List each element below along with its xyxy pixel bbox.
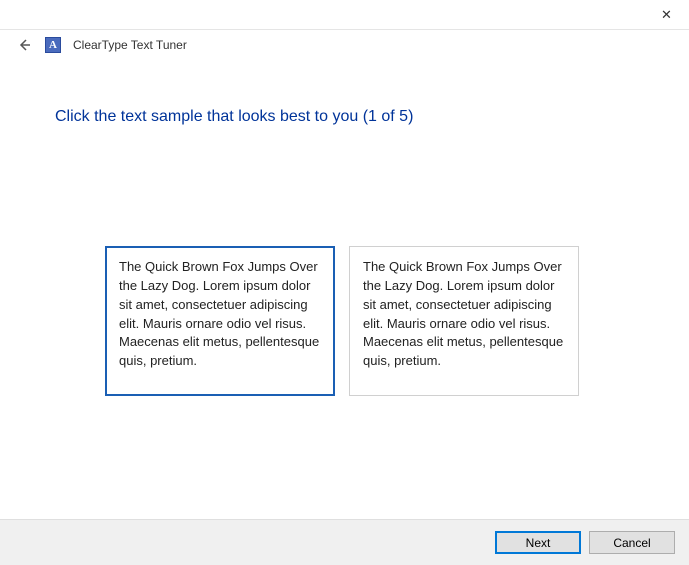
close-icon: ✕ xyxy=(661,7,672,23)
sample-grid: The Quick Brown Fox Jumps Over the Lazy … xyxy=(55,246,634,396)
back-arrow-icon xyxy=(16,37,32,53)
footer: Next Cancel xyxy=(0,519,689,565)
instruction-heading: Click the text sample that looks best to… xyxy=(55,108,634,126)
back-button[interactable] xyxy=(15,36,33,54)
cancel-button[interactable]: Cancel xyxy=(589,531,675,554)
close-button[interactable]: ✕ xyxy=(644,0,689,30)
next-button[interactable]: Next xyxy=(495,531,581,554)
titlebar: ✕ xyxy=(0,0,689,30)
app-icon-glyph: A xyxy=(49,39,57,51)
text-sample-2[interactable]: The Quick Brown Fox Jumps Over the Lazy … xyxy=(349,246,579,396)
content-area: Click the text sample that looks best to… xyxy=(0,60,689,396)
text-sample-1[interactable]: The Quick Brown Fox Jumps Over the Lazy … xyxy=(105,246,335,396)
app-title: ClearType Text Tuner xyxy=(73,38,187,52)
header: A ClearType Text Tuner xyxy=(0,30,689,60)
app-icon: A xyxy=(45,37,61,53)
